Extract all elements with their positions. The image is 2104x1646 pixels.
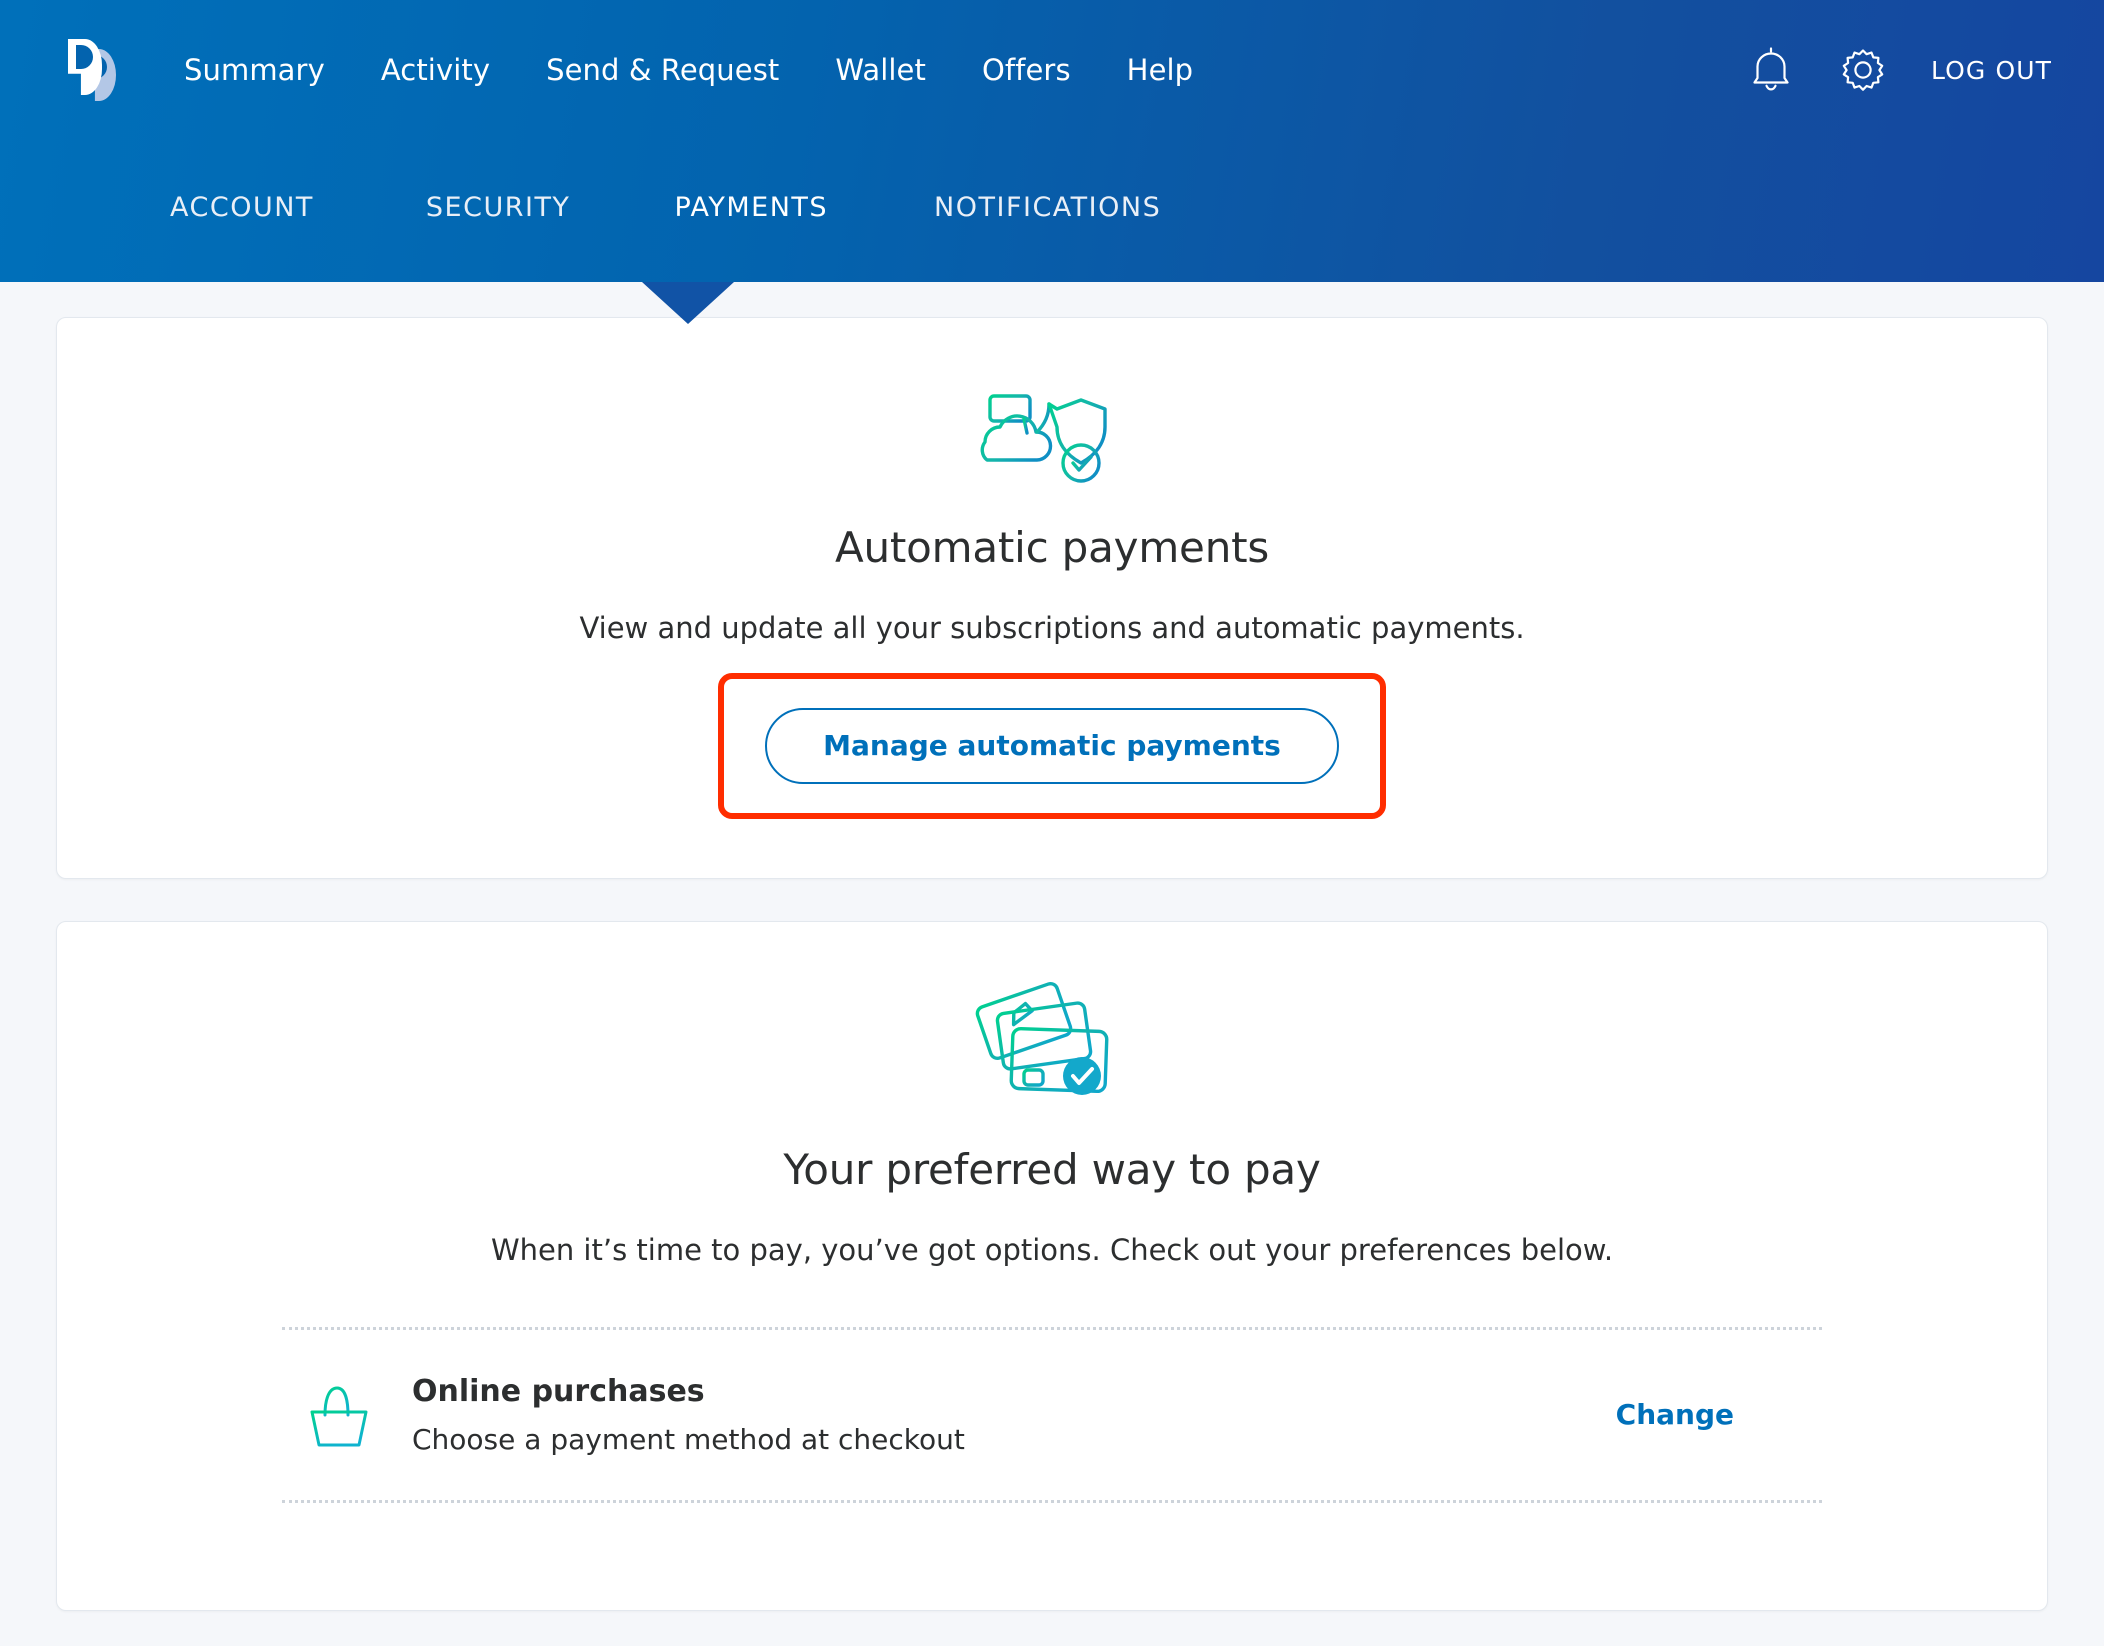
preference-title: Online purchases (412, 1374, 705, 1409)
automatic-payments-title: Automatic payments (834, 523, 1270, 572)
stacked-cards-check-icon (57, 972, 2047, 1107)
preferred-way-to-pay-description: When it’s time to pay, you’ve got option… (490, 1233, 1614, 1267)
bell-icon[interactable] (1747, 46, 1795, 94)
tab-payments[interactable]: PAYMENTS (674, 192, 828, 223)
tab-notifications[interactable]: NOTIFICATIONS (934, 192, 1161, 223)
site-header: Summary Activity Send & Request Wallet O… (0, 0, 2104, 324)
tab-account[interactable]: ACCOUNT (170, 192, 314, 223)
manage-automatic-payments-wrap: Manage automatic payments (57, 673, 2047, 819)
cloud-card-shield-check-icon (57, 370, 2047, 485)
preference-subtitle: Choose a payment method at checkout (412, 1422, 965, 1456)
nav-item-activity[interactable]: Activity (353, 55, 518, 85)
nav-item-help[interactable]: Help (1099, 55, 1222, 85)
logout-button[interactable]: LOG OUT (1931, 56, 2052, 85)
active-tab-indicator-arrow (642, 282, 734, 324)
automatic-payments-description: View and update all your subscriptions a… (579, 611, 1525, 645)
top-bar-actions: LOG OUT (1747, 46, 2052, 94)
preference-row-online-purchases: Online purchases Choose a payment method… (282, 1330, 1822, 1500)
preferred-way-to-pay-card: Your preferred way to pay When it’s time… (56, 921, 2048, 1611)
main-content: Automatic payments View and update all y… (0, 317, 2104, 1611)
preference-text: Online purchases Choose a payment method… (412, 1373, 1616, 1457)
automatic-payments-card: Automatic payments View and update all y… (56, 317, 2048, 879)
change-payment-method-link[interactable]: Change (1616, 1398, 1808, 1431)
nav-item-wallet[interactable]: Wallet (807, 55, 954, 85)
nav-item-summary[interactable]: Summary (156, 55, 353, 85)
gear-icon[interactable] (1839, 46, 1887, 94)
paypal-logo[interactable] (62, 39, 118, 101)
divider-bottom (282, 1499, 1822, 1503)
nav-item-send-request[interactable]: Send & Request (518, 55, 807, 85)
paypal-logo-front-p (68, 39, 102, 95)
shopping-basket-icon (296, 1379, 382, 1451)
preferred-way-to-pay-title: Your preferred way to pay (783, 1145, 1321, 1194)
nav-item-offers[interactable]: Offers (954, 55, 1099, 85)
annotation-highlight-box: Manage automatic payments (718, 673, 1386, 819)
manage-automatic-payments-button[interactable]: Manage automatic payments (765, 708, 1339, 784)
tab-security[interactable]: SECURITY (426, 192, 571, 223)
main-nav: Summary Activity Send & Request Wallet O… (156, 55, 1222, 85)
sub-navigation-bar: ACCOUNT SECURITY PAYMENTS NOTIFICATIONS (0, 140, 2104, 282)
payment-preferences-list: Online purchases Choose a payment method… (282, 1327, 1822, 1503)
top-navigation-bar: Summary Activity Send & Request Wallet O… (0, 0, 2104, 140)
